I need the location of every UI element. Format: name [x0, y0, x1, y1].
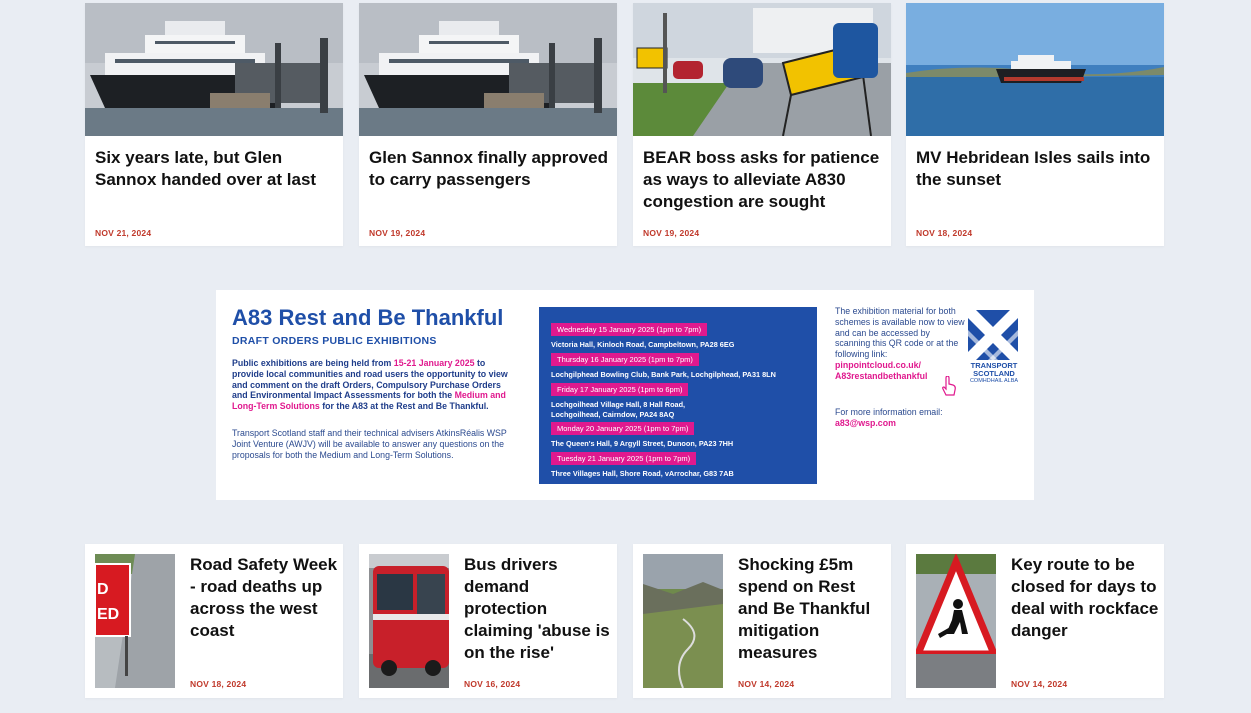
schedule-panel: Wednesday 15 January 2025 (1pm to 7pm) V… — [539, 307, 817, 484]
article-title[interactable]: Six years late, but Glen Sannox handed o… — [95, 147, 335, 191]
logo-text: TRANSPORT SCOTLAND — [970, 361, 1018, 378]
article-thumbnail[interactable] — [643, 554, 723, 688]
article-date: NOV 18, 2024 — [190, 679, 247, 689]
banner-subtitle: DRAFT ORDERS PUBLIC EXHIBITIONS — [232, 335, 437, 347]
schedule-date: Monday 20 January 2025 (1pm to 7pm) — [551, 422, 695, 435]
article-thumbnail[interactable] — [906, 3, 1164, 136]
schedule-item: Thursday 16 January 2025 (1pm to 7pm) Lo… — [551, 349, 776, 380]
banner-intro: Public exhibitions are being held from 1… — [232, 358, 508, 412]
schedule-date: Friday 17 January 2025 (1pm to 6pm) — [551, 383, 689, 396]
article-title[interactable]: Key route to be closed for days to deal … — [1011, 554, 1161, 642]
article-card[interactable]: Bus drivers demand protection claiming '… — [359, 544, 617, 698]
schedule-item: Friday 17 January 2025 (1pm to 6pm) Loch… — [551, 379, 689, 419]
contact-email[interactable]: a83@wsp.com — [835, 418, 896, 428]
article-title[interactable]: BEAR boss asks for patience as ways to a… — [643, 147, 883, 213]
article-title[interactable]: Glen Sannox finally approved to carry pa… — [369, 147, 609, 191]
article-date: NOV 14, 2024 — [1011, 679, 1068, 689]
article-thumbnail[interactable] — [359, 3, 617, 136]
article-date: NOV 19, 2024 — [643, 228, 700, 238]
article-title[interactable]: Bus drivers demand protection claiming '… — [464, 554, 614, 664]
exhibition-link[interactable]: pinpointcloud.co.uk/ A83restandbethankfu… — [835, 360, 927, 381]
article-date: NOV 18, 2024 — [916, 228, 973, 238]
schedule-date: Wednesday 15 January 2025 (1pm to 7pm) — [551, 323, 708, 336]
schedule-item: Wednesday 15 January 2025 (1pm to 7pm) V… — [551, 319, 734, 350]
article-thumbnail[interactable] — [633, 3, 891, 136]
article-thumbnail[interactable] — [916, 554, 996, 688]
schedule-venue: Lochgoilhead Village Hall, 8 Hall Road, — [551, 400, 686, 409]
svg-text:ED: ED — [97, 606, 119, 623]
banner-info: The exhibition material for both schemes… — [835, 306, 965, 381]
banner-title: A83 Rest and Be Thankful — [232, 305, 504, 330]
article-date: NOV 14, 2024 — [738, 679, 795, 689]
article-date: NOV 16, 2024 — [464, 679, 521, 689]
article-title[interactable]: Shocking £5m spend on Rest and Be Thankf… — [738, 554, 888, 664]
schedule-date: Thursday 16 January 2025 (1pm to 7pm) — [551, 353, 699, 366]
article-card[interactable]: MV Hebridean Isles sails into the sunset… — [906, 3, 1164, 246]
pointer-hand-icon — [941, 375, 957, 401]
banner-details: Transport Scotland staff and their techn… — [232, 428, 507, 460]
article-card[interactable]: BEAR boss asks for patience as ways to a… — [633, 3, 891, 246]
article-thumbnail[interactable] — [85, 3, 343, 136]
schedule-venue: Three Villages Hall, Shore Road, vArroch… — [551, 469, 734, 478]
schedule-item: Monday 20 January 2025 (1pm to 7pm) The … — [551, 418, 733, 449]
article-date: NOV 19, 2024 — [369, 228, 426, 238]
article-title[interactable]: Road Safety Week - road deaths up across… — [190, 554, 340, 642]
banner-contact: For more information email: a83@wsp.com — [835, 407, 943, 428]
article-card[interactable]: Key route to be closed for days to deal … — [906, 544, 1164, 698]
logo-subtext: COMHDHAIL ALBA — [969, 378, 1019, 384]
article-thumbnail[interactable]: D ED — [95, 554, 175, 688]
article-thumbnail[interactable] — [369, 554, 449, 688]
exhibition-banner[interactable]: A83 Rest and Be Thankful DRAFT ORDERS PU… — [216, 290, 1034, 500]
article-card[interactable]: Shocking £5m spend on Rest and Be Thankf… — [633, 544, 891, 698]
article-title[interactable]: MV Hebridean Isles sails into the sunset — [916, 147, 1156, 191]
schedule-date: Tuesday 21 January 2025 (1pm to 7pm) — [551, 452, 697, 465]
article-card[interactable]: D ED Road Safety Week - road deaths up a… — [85, 544, 343, 698]
svg-text:D: D — [97, 581, 109, 598]
article-card[interactable]: Glen Sannox finally approved to carry pa… — [359, 3, 617, 246]
article-date: NOV 21, 2024 — [95, 228, 152, 238]
schedule-item: Tuesday 21 January 2025 (1pm to 7pm) Thr… — [551, 448, 734, 479]
article-card[interactable]: Six years late, but Glen Sannox handed o… — [85, 3, 343, 246]
